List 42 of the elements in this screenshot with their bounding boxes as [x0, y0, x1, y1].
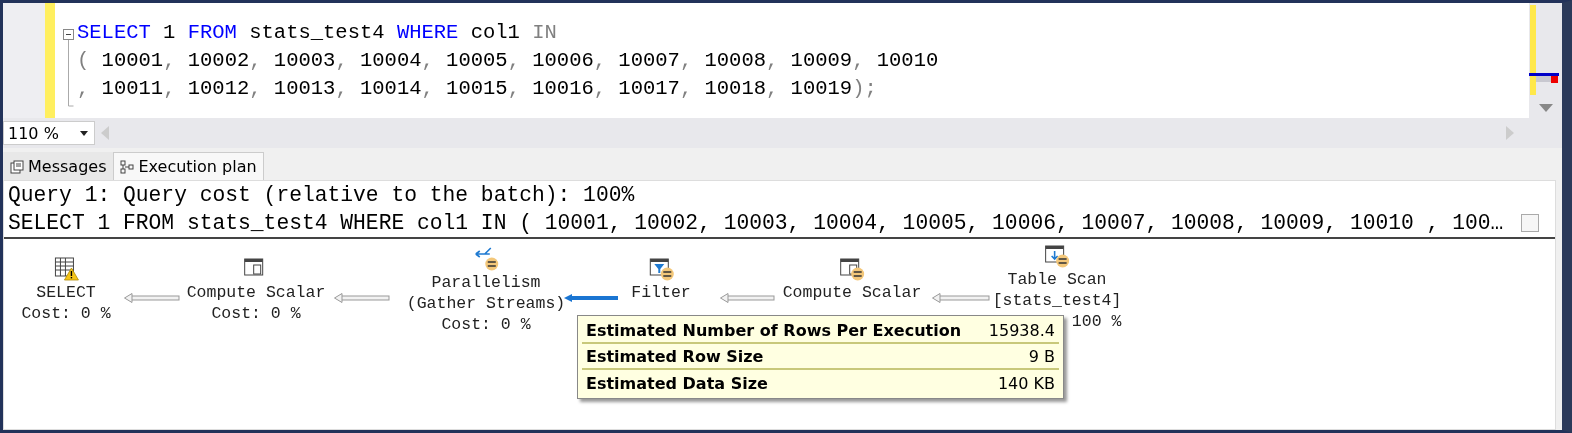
query-text: SELECT 1 FROM stats_test4 WHERE col1 IN ( 10001, 10002, 10003, 10004, 10005, 10006, 10007, 10008, 10009, 10010 , 100… — [7, 210, 1504, 237]
plan-icon — [120, 159, 135, 174]
operator-label: Filter — [631, 282, 691, 303]
zoom-dropdown[interactable]: 110 % — [3, 121, 95, 145]
expand-button[interactable] — [1521, 214, 1539, 232]
operator-cost: 100 % — [1071, 311, 1122, 332]
operator-label: Table Scan — [1007, 269, 1107, 290]
split-arrow-icon — [473, 246, 499, 272]
code-line: SELECT 1 FROM stats_test4 WHERE col1 IN — [77, 20, 558, 46]
scroll-down-icon[interactable] — [1539, 104, 1553, 112]
funnel-window-icon — [648, 256, 674, 282]
tooltip-label: Estimated Number of Rows Per Execution — [586, 320, 962, 340]
operator-cost: Cost: 0 % — [21, 303, 111, 324]
flow-arrow — [932, 292, 990, 304]
scroll-right-icon[interactable] — [1506, 126, 1514, 140]
operator-label: Compute Scalar — [782, 282, 922, 303]
table-grid-icon — [53, 256, 79, 282]
results-tab[interactable]: Messages — [3, 152, 114, 180]
code-line: ( 10001, 10002, 10003, 10004, 10005, 10006, 10007, 10008, 10009, 10010 — [77, 48, 940, 74]
code-line: , 10011, 10012, 10013, 10014, 10015, 10016, 10017, 10018, 10019); — [77, 76, 878, 102]
flow-arrow — [124, 292, 180, 304]
flow-arrow — [334, 292, 390, 304]
tooltip-label: Estimated Data Size — [586, 373, 768, 393]
down-arrow-window-icon — [1044, 243, 1070, 269]
caret-icon — [80, 130, 88, 136]
operator-label: Compute Scalar — [186, 282, 326, 303]
scroll-left-icon[interactable] — [101, 126, 109, 140]
flow-arrow — [564, 292, 618, 304]
messages-icon — [10, 159, 24, 174]
operator-subtitle: [stats_test4] — [992, 290, 1122, 311]
operator-cost: Cost: 0 % — [441, 314, 531, 335]
tooltip-value: 140 KB — [997, 373, 1055, 393]
tooltip-value: 9 B — [1028, 346, 1055, 366]
operator-cost: Cost: 0 % — [211, 303, 301, 324]
query-cost-text: Query 1: Query cost (relative to the batch): 100% — [7, 182, 636, 209]
flow-arrow — [720, 292, 775, 304]
operator-label: Parallelism — [431, 272, 541, 293]
tooltip-value: 15938.4 — [988, 320, 1055, 340]
operator-label: SELECT — [36, 282, 96, 303]
operator-subtitle: (Gather Streams) — [406, 293, 566, 314]
tooltip-label: Estimated Row Size — [586, 346, 764, 366]
results-tab[interactable]: Execution plan — [113, 152, 264, 180]
